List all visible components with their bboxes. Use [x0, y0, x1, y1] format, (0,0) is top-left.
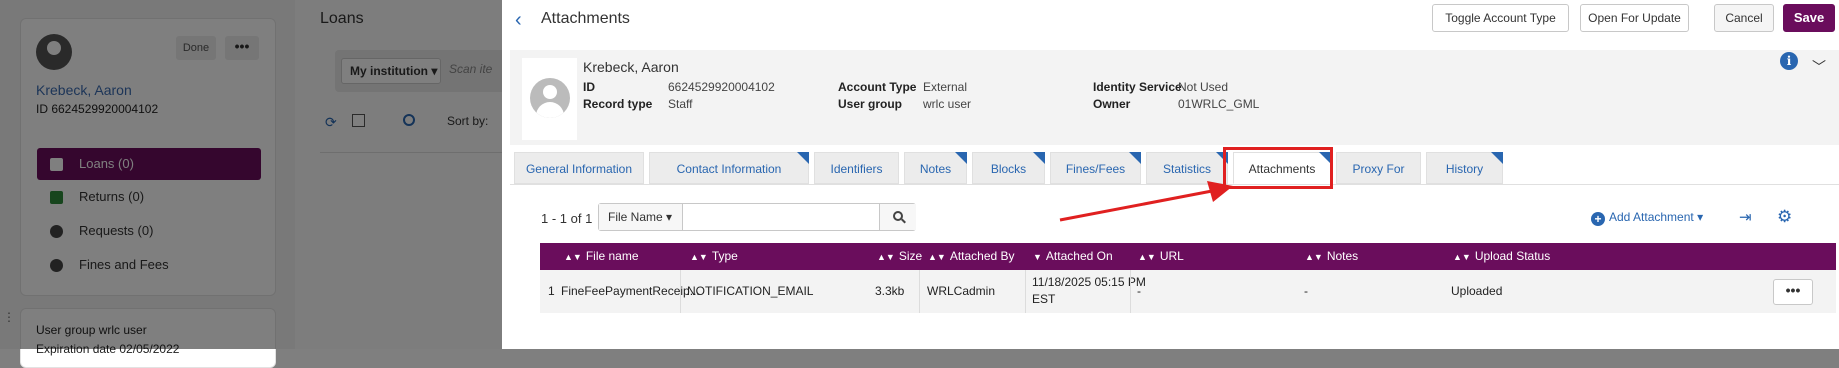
user-group-value: wrlc user	[923, 97, 972, 111]
results-count: 1 - 1 of 1	[541, 211, 593, 226]
search-field-value: File Name	[608, 210, 663, 224]
account-type-label: Account Type	[838, 80, 917, 94]
add-attachment-button[interactable]: + Add Attachment ▾	[1591, 210, 1703, 226]
cancel-button[interactable]: Cancel	[1714, 4, 1774, 32]
export-icon[interactable]: ⇥	[1739, 208, 1753, 226]
id-value: 6624529920004102	[668, 80, 775, 94]
search-input[interactable]	[685, 205, 875, 229]
identity-service-label: Identity Service	[1093, 80, 1182, 94]
tab-general-information[interactable]: General Information	[514, 152, 644, 184]
column-header-size[interactable]: ▲▼ Size	[877, 243, 922, 271]
tab-history[interactable]: History	[1426, 152, 1503, 184]
gear-icon[interactable]: ⚙	[1777, 208, 1792, 225]
search-bar: File Name ▾	[598, 203, 916, 231]
open-for-update-button[interactable]: Open For Update	[1580, 4, 1689, 32]
chevron-down-icon[interactable]: ﹀	[1812, 57, 1826, 77]
table-row[interactable]: 1 FineFeePaymentReceip... NOTIFICATION_E…	[540, 270, 1836, 313]
user-photo	[522, 58, 577, 140]
owner-label: Owner	[1093, 97, 1131, 111]
cell-url: -	[1137, 284, 1141, 298]
tab-contact-information[interactable]: Contact Information	[649, 152, 809, 184]
tab-proxy-for[interactable]: Proxy For	[1336, 152, 1421, 184]
page-title: Attachments	[541, 10, 630, 27]
cell-upload-status: Uploaded	[1451, 284, 1503, 298]
id-label: ID	[583, 80, 595, 94]
back-arrow-icon[interactable]: ‹	[515, 10, 529, 30]
tab-notes[interactable]: Notes	[904, 152, 967, 184]
account-type-value: External	[923, 80, 968, 94]
search-field-select[interactable]: File Name ▾	[599, 204, 683, 230]
toggle-account-type-button[interactable]: Toggle Account Type	[1432, 4, 1569, 32]
user-header: Krebeck, Aaron ID 6624529920004102 Recor…	[510, 50, 1839, 145]
tab-identifiers[interactable]: Identifiers	[814, 152, 899, 184]
column-header-notes[interactable]: ▲▼ Notes	[1305, 243, 1358, 271]
info-icon[interactable]: i	[1780, 52, 1798, 70]
record-type-value: Staff	[668, 97, 693, 111]
save-button[interactable]: Save	[1783, 4, 1835, 32]
cell-notes: -	[1304, 284, 1308, 298]
column-header-file-name[interactable]: ▲▼ File name	[564, 243, 639, 271]
column-header-attached-on[interactable]: ▼ Attached On	[1033, 243, 1113, 271]
row-actions-button[interactable]: •••	[1773, 279, 1813, 305]
owner-value: 01WRLC_GML	[1178, 97, 1260, 111]
cell-size: 3.3kb	[875, 284, 905, 298]
cell-file-name[interactable]: FineFeePaymentReceip...	[561, 270, 700, 313]
column-header-url[interactable]: ▲▼ URL	[1138, 243, 1184, 271]
cell-type: NOTIFICATION_EMAIL	[687, 284, 814, 298]
tab-blocks[interactable]: Blocks	[972, 152, 1045, 184]
record-type-label: Record type	[583, 97, 653, 111]
table-header: ▲▼ File name ▲▼ Type ▲▼ Size ▲▼ Attached By …	[540, 243, 1836, 270]
search-button[interactable]	[879, 204, 916, 230]
column-header-attached-by[interactable]: ▲▼ Attached By	[928, 243, 1015, 271]
row-index: 1	[548, 284, 555, 298]
column-header-type[interactable]: ▲▼ Type	[690, 243, 738, 271]
column-header-upload-status[interactable]: ▲▼ Upload Status	[1453, 243, 1550, 271]
cell-attached-by: WRLCadmin	[927, 284, 996, 298]
attachments-panel: ‹ Attachments Toggle Account Type Open F…	[502, 0, 1839, 349]
add-attachment-label: Add Attachment	[1609, 210, 1694, 224]
user-silhouette-icon	[530, 78, 570, 118]
annotation-arrow	[1059, 181, 1233, 222]
plus-circle-icon: +	[1591, 212, 1605, 226]
cell-attached-on: 11/18/2025 05:15 PM EST	[1032, 275, 1146, 306]
identity-service-value: Not Used	[1178, 80, 1229, 94]
user-name: Krebeck, Aaron	[583, 59, 679, 75]
user-group-label: User group	[838, 97, 903, 111]
